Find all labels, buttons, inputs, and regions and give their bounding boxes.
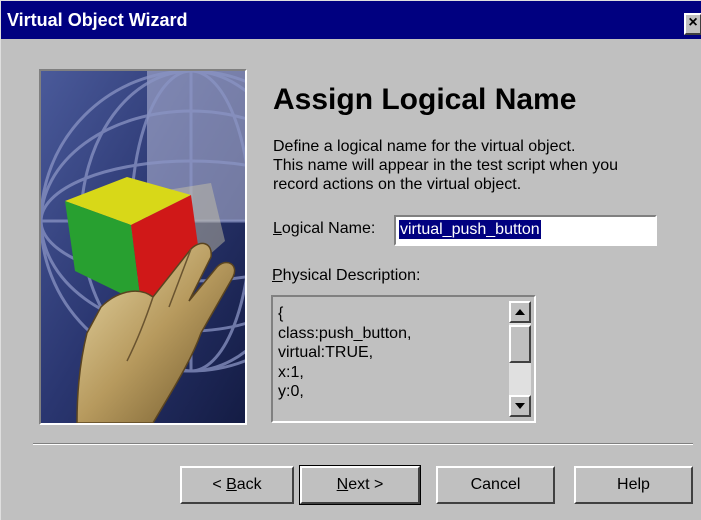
physical-description-label: Physical Description: xyxy=(272,267,421,285)
next-button[interactable]: Next > xyxy=(299,465,421,505)
back-button-label: ack xyxy=(236,476,262,493)
description-code-line: { xyxy=(278,305,284,322)
page-description: Define a logical name for the virtual ob… xyxy=(273,137,683,194)
description-code-line: y:0, xyxy=(278,383,304,400)
logical-name-value: virtual_push_button xyxy=(399,220,541,239)
scroll-thumb[interactable] xyxy=(509,325,531,363)
wizard-illustration xyxy=(39,69,247,425)
description-line: Define a logical name for the virtual ob… xyxy=(273,138,576,155)
help-button[interactable]: Help xyxy=(574,466,693,504)
physical-description-mnemonic: P xyxy=(272,267,283,284)
hand-holding-cube-illustration xyxy=(41,71,245,423)
next-button-mnemonic: N xyxy=(336,476,349,493)
window-title: Virtual Object Wizard xyxy=(7,10,188,30)
scroll-up-button[interactable] xyxy=(509,301,531,323)
description-code-line: class:push_button, xyxy=(278,324,412,342)
logical-name-input[interactable]: virtual_push_button xyxy=(394,215,657,246)
triangle-down-icon xyxy=(515,403,525,409)
description-line: This name will appear in the test script… xyxy=(273,157,619,174)
close-button[interactable]: × xyxy=(684,13,701,35)
triangle-up-icon xyxy=(515,309,525,315)
wizard-window: Virtual Object Wizard × Assign Logical N… xyxy=(0,0,701,520)
description-line: record actions on the virtual object. xyxy=(273,176,522,193)
title-bar[interactable]: Virtual Object Wizard × xyxy=(1,1,701,39)
page-title: Assign Logical Name xyxy=(273,83,577,116)
logical-name-label-text: ogical Name: xyxy=(281,220,376,237)
back-button[interactable]: < Back xyxy=(180,466,294,504)
description-code-line: virtual:TRUE, xyxy=(278,344,374,361)
next-button-label: ext > xyxy=(348,476,384,493)
physical-description-box[interactable]: { class:push_button, virtual:TRUE, x:1, … xyxy=(271,295,536,423)
logical-name-mnemonic: L xyxy=(273,220,282,237)
physical-description-text: { class:push_button, virtual:TRUE, x:1, … xyxy=(278,304,411,402)
vertical-scrollbar[interactable] xyxy=(509,301,531,417)
scroll-down-button[interactable] xyxy=(509,395,531,417)
cancel-button[interactable]: Cancel xyxy=(436,466,555,504)
back-button-mnemonic: B xyxy=(226,476,237,493)
cancel-button-label: Cancel xyxy=(470,476,521,493)
separator xyxy=(33,443,693,445)
description-code-line: x:1, xyxy=(278,363,304,381)
help-button-label: Help xyxy=(617,476,650,493)
back-button-prefix: < xyxy=(212,476,227,493)
logical-name-label: Logical Name: xyxy=(273,220,375,238)
close-icon: × xyxy=(688,14,698,31)
physical-description-label-text: hysical Description: xyxy=(282,267,421,284)
